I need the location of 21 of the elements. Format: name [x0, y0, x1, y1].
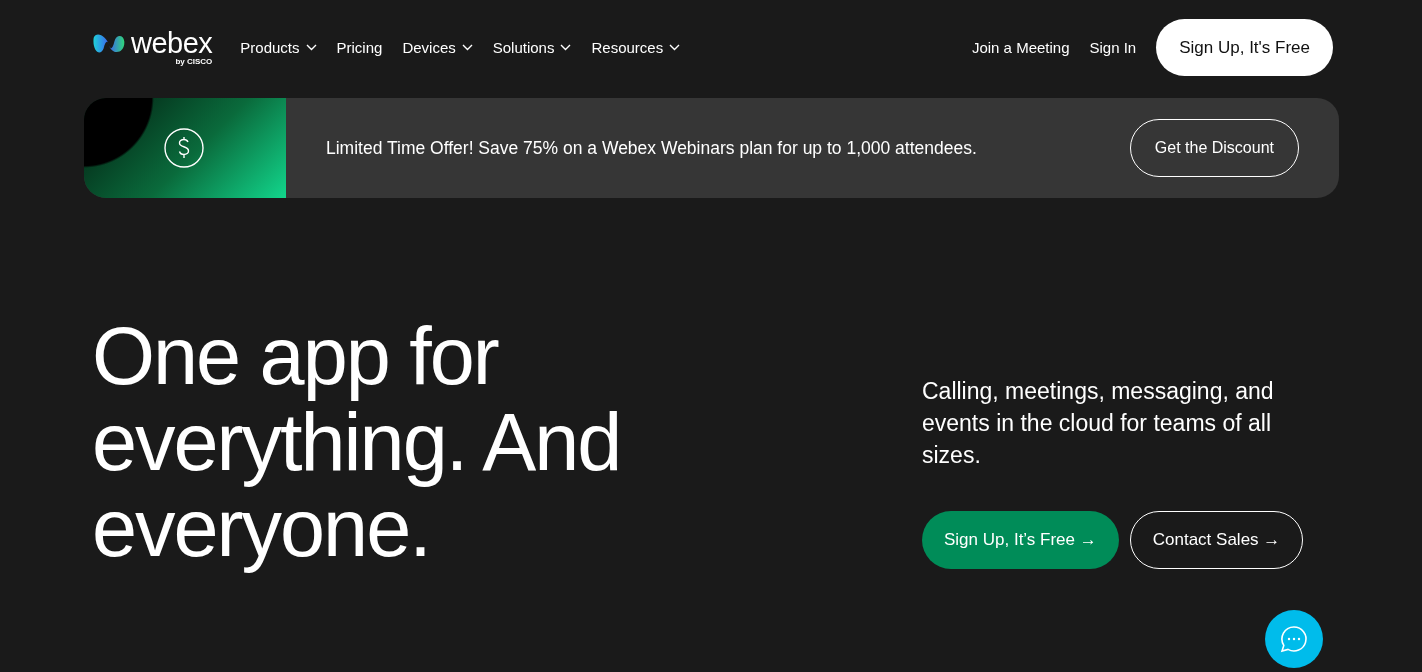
- nav-link[interactable]: Resources: [591, 39, 681, 56]
- nav-link[interactable]: Pricing: [336, 39, 383, 56]
- sign-up-button[interactable]: Sign Up, It’s Free →: [922, 511, 1119, 569]
- dollar-icon: [163, 127, 205, 169]
- header-link[interactable]: Sign In: [1089, 39, 1137, 56]
- hero-description: Calling, meetings, messaging, and events in the cloud for teams of all sizes.: [922, 377, 1275, 470]
- nav-link[interactable]: Devices: [402, 39, 473, 56]
- chevron-down-icon: [461, 44, 473, 51]
- nav-link[interactable]: Solutions: [492, 39, 572, 56]
- logo-wordmark: webex: [131, 28, 213, 57]
- chat-icon: [1279, 624, 1309, 654]
- nav-link[interactable]: Products: [240, 39, 317, 56]
- sign-up-button[interactable]: Sign Up, It's Free: [1156, 19, 1333, 76]
- logo-byline: by CISCO: [175, 56, 213, 67]
- header-link[interactable]: Join a Meeting: [971, 39, 1070, 56]
- chat-button[interactable]: [1265, 610, 1323, 668]
- chevron-down-icon: [305, 44, 317, 51]
- chevron-down-icon: [669, 44, 681, 51]
- promo-text: Limited Time Offer! Save 75% on a Webex Webinars plan for up to 1,000 attendees.: [326, 137, 978, 159]
- chevron-down-icon: [560, 44, 572, 51]
- hero-heading: One app for everything. And everyone.: [92, 313, 621, 571]
